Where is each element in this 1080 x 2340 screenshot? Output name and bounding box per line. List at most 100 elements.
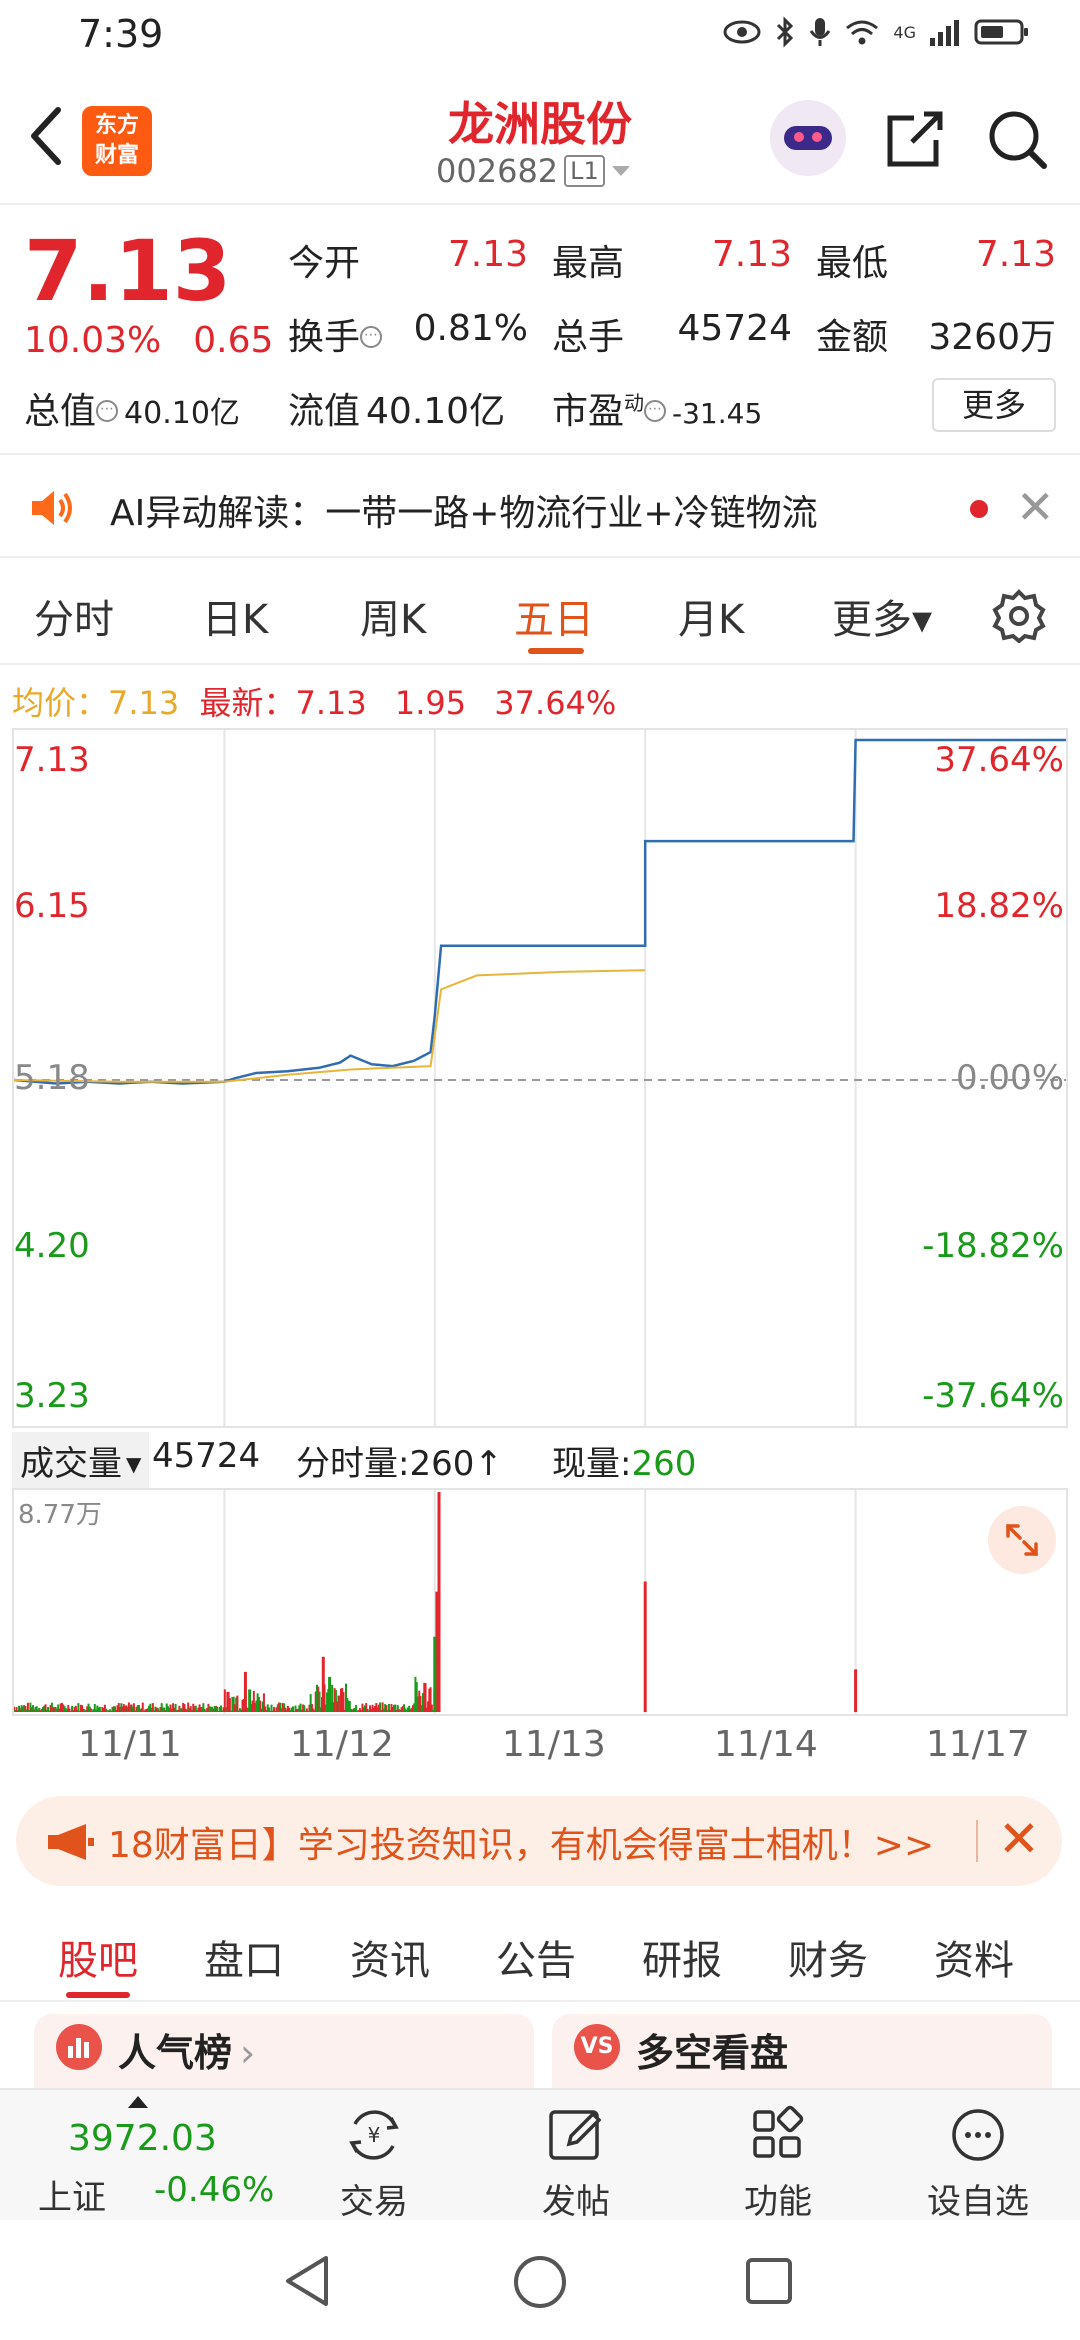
eye-icon bbox=[723, 20, 761, 44]
long-short-title: 多空看盘 bbox=[636, 2031, 789, 2075]
y-tick-right-1: 18.82% bbox=[934, 886, 1064, 926]
price-chart-svg bbox=[14, 730, 1066, 1426]
volume-chart[interactable]: 8.77万 bbox=[12, 1488, 1068, 1716]
battery-icon bbox=[974, 19, 1028, 45]
turnover-value: 0.81% bbox=[413, 308, 528, 349]
now-volume-label: 现量: bbox=[552, 1444, 632, 1484]
index-change[interactable]: -0.46% bbox=[154, 2170, 274, 2210]
status-time: 7:39 bbox=[78, 12, 164, 56]
more-button[interactable]: 更多 bbox=[932, 378, 1056, 432]
pe-label: 市盈 bbox=[552, 391, 625, 432]
ai-insight-text: AI异动解读：一带一路+物流行业+冷链物流 bbox=[110, 493, 818, 534]
latest-price-line bbox=[14, 738, 1066, 1085]
promo-text: 18财富日】学习投资知识，有机会得富士相机！>> bbox=[108, 1825, 935, 1866]
trade-button[interactable]: ¥ 交易 bbox=[314, 2104, 434, 2223]
info-icon[interactable]: ⋯ bbox=[360, 326, 383, 348]
index-name[interactable]: 上证 bbox=[38, 2170, 106, 2219]
y-tick-left-1: 6.15 bbox=[14, 886, 90, 926]
trade-icon: ¥ bbox=[349, 2110, 399, 2160]
unread-dot bbox=[970, 500, 988, 518]
volume-total: 45724 bbox=[152, 1436, 261, 1476]
volume-header: 成交量 ▼ 45724 分时量:260↑ 现量:260 bbox=[12, 1430, 1068, 1489]
float-value: 40.10亿 bbox=[366, 391, 506, 432]
y-tick-right-4: -37.64% bbox=[922, 1376, 1064, 1416]
tab-weekly-k[interactable]: 周K bbox=[360, 587, 426, 645]
mktcap-label: 总值 bbox=[24, 391, 97, 432]
search-icon[interactable] bbox=[986, 108, 1048, 170]
volume-max-label: 8.77万 bbox=[18, 1500, 102, 1530]
open-label: 今开 bbox=[288, 243, 361, 284]
functions-button[interactable]: 功能 bbox=[718, 2104, 838, 2223]
latest-value: 7.13 bbox=[295, 684, 367, 722]
promo-banner[interactable]: 18财富日】学习投资知识，有机会得富士相机！>> ✕ bbox=[16, 1796, 1062, 1886]
now-volume-value: 260 bbox=[631, 1444, 697, 1484]
pe-value: -31.45 bbox=[672, 397, 763, 430]
triangle-icon bbox=[128, 2096, 148, 2108]
mktcap-value: 40.10亿 bbox=[124, 396, 240, 431]
nav-back-icon[interactable] bbox=[282, 2254, 334, 2308]
tab-more[interactable]: 更多▾ bbox=[832, 587, 932, 645]
expand-icon[interactable] bbox=[988, 1506, 1056, 1574]
five-day-price-chart[interactable]: 7.13 6.15 5.18 4.20 3.23 37.64% 18.82% 0… bbox=[12, 728, 1068, 1428]
tab-announcements[interactable]: 公告 bbox=[496, 1928, 576, 1986]
signal-icon bbox=[930, 20, 959, 46]
system-nav-bar bbox=[0, 2220, 1080, 2340]
tab-intraday[interactable]: 分时 bbox=[34, 587, 114, 645]
nav-recents-icon[interactable] bbox=[744, 2256, 794, 2306]
add-watchlist-label: 设自选 bbox=[927, 2182, 1029, 2222]
share-icon[interactable] bbox=[884, 108, 946, 170]
tab-orderbook[interactable]: 盘口 bbox=[204, 1928, 284, 1986]
more-dots-icon bbox=[952, 2109, 1004, 2161]
high-label: 最高 bbox=[552, 243, 625, 284]
add-watchlist-button[interactable]: 设自选 bbox=[918, 2104, 1038, 2223]
tab-forum[interactable]: 股吧 bbox=[58, 1928, 138, 1986]
y-tick-right-2: 0.00% bbox=[955, 1058, 1064, 1098]
wifi-icon bbox=[846, 20, 879, 45]
post-button[interactable]: 发帖 bbox=[516, 2104, 636, 2223]
nav-home-icon[interactable] bbox=[512, 2254, 568, 2310]
bottom-toolbar: 3972.03 上证 -0.46% ¥ 交易 发帖 功能 设自选 bbox=[0, 2088, 1080, 2223]
x-tick-1: 11/12 bbox=[290, 1724, 394, 1765]
x-tick-2: 11/13 bbox=[502, 1724, 606, 1765]
content-tabs: 股吧 盘口 资讯 公告 研报 财务 资料 bbox=[0, 1906, 1080, 2002]
stock-code-selector[interactable]: 002682 L1 bbox=[436, 152, 631, 190]
tab-research[interactable]: 研报 bbox=[642, 1928, 722, 1986]
gear-icon[interactable] bbox=[992, 589, 1046, 643]
open-value: 7.13 bbox=[447, 234, 528, 275]
stock-header: 东方 财富 龙洲股份 002682 L1 bbox=[0, 80, 1080, 205]
bar-chart-icon bbox=[56, 2024, 102, 2070]
tab-profile[interactable]: 资料 bbox=[934, 1928, 1014, 1986]
index-value[interactable]: 3972.03 bbox=[68, 2118, 217, 2159]
close-icon[interactable]: ✕ bbox=[998, 1810, 1040, 1868]
y-tick-right-3: -18.82% bbox=[922, 1226, 1064, 1266]
ai-assistant-icon[interactable] bbox=[770, 100, 846, 176]
ai-insight-banner[interactable]: AI异动解读：一带一路+物流行业+冷链物流 ✕ bbox=[0, 458, 1080, 558]
tab-daily-k[interactable]: 日K bbox=[202, 587, 268, 645]
grid-icon bbox=[753, 2105, 804, 2158]
dropdown-triangle-icon bbox=[611, 166, 630, 176]
tick-volume-label: 分时量: bbox=[296, 1444, 410, 1484]
volume-indicator-selector[interactable]: 成交量 ▼ bbox=[12, 1432, 150, 1489]
close-icon[interactable]: ✕ bbox=[1016, 480, 1055, 534]
info-icon[interactable]: ⋯ bbox=[644, 400, 667, 422]
active-tab-indicator bbox=[66, 1992, 130, 1998]
chevron-right-icon: › bbox=[240, 2031, 256, 2075]
volume-chart-svg bbox=[14, 1490, 858, 1714]
avg-label: 均价： bbox=[12, 684, 109, 722]
price-legend-row: 均价：7.13 最新：7.13 1.95 37.64% bbox=[12, 678, 616, 724]
latest-label: 最新： bbox=[199, 684, 296, 722]
tick-volume-arrow: ↑ bbox=[474, 1444, 503, 1484]
network-type: 4G bbox=[893, 22, 916, 42]
info-icon[interactable]: ⋯ bbox=[96, 400, 119, 422]
tab-news[interactable]: 资讯 bbox=[350, 1928, 430, 1986]
y-tick-left-0: 7.13 bbox=[14, 740, 90, 780]
current-price: 7.13 bbox=[24, 222, 232, 320]
tab-monthly-k[interactable]: 月K bbox=[678, 587, 744, 645]
tab-financials[interactable]: 财务 bbox=[788, 1928, 868, 1986]
period-tabs: 分时 日K 周K 五日 月K 更多▾ bbox=[0, 565, 1080, 665]
active-tab-indicator bbox=[528, 648, 584, 654]
status-bar: 7:39 4G bbox=[0, 0, 1080, 70]
tab-five-day[interactable]: 五日 bbox=[514, 587, 594, 645]
tick-volume-value: 260 bbox=[409, 1444, 475, 1484]
pe-superscript: 动 bbox=[624, 391, 645, 415]
